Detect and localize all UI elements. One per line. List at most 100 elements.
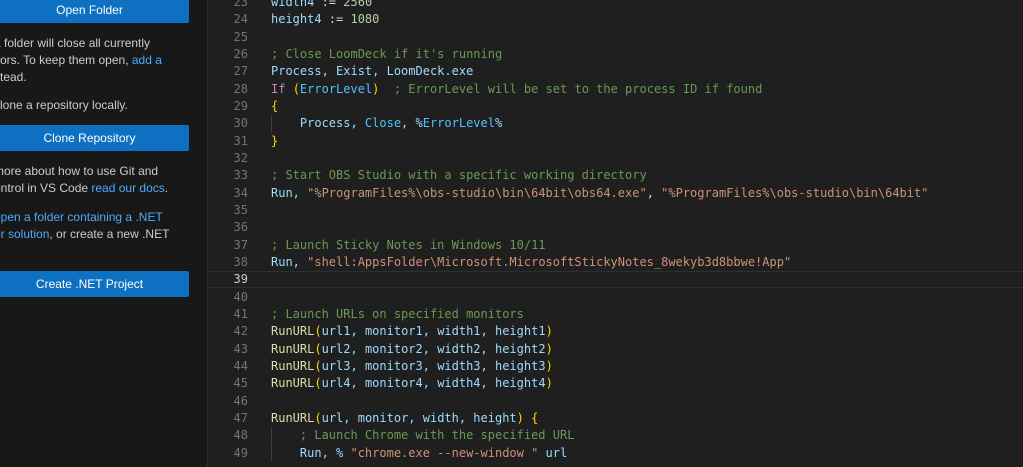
code-line[interactable]: 46	[208, 393, 1023, 410]
code-line[interactable]: 34 Run, "%ProgramFiles%\obs-studio\bin\64…	[208, 185, 1023, 202]
code-line[interactable]: 36	[208, 219, 1023, 236]
code-line[interactable]: 48 ; Launch Chrome with the specified UR…	[208, 427, 1023, 445]
close-note-text: itors. To keep them open,	[0, 53, 132, 67]
code-line[interactable]: 32	[208, 150, 1023, 167]
code-token: (	[292, 81, 300, 96]
code-text: RunURL(url3, monitor3, width3, height3)	[271, 358, 553, 375]
git-note-text: ontrol in VS Code	[0, 181, 92, 195]
explorer-sidebar: Open Folder a folder will close all curr…	[0, 0, 208, 467]
code-text: RunURL(url4, monitor4, width4, height4)	[271, 375, 553, 392]
code-token: Close	[364, 116, 402, 131]
line-number: 42	[233, 324, 248, 339]
line-number: 35	[233, 202, 248, 217]
code-text: Process, Exist, LoomDeck.exe	[271, 63, 473, 80]
code-text: ; Close LoomDeck if it's running	[271, 46, 502, 63]
code-line[interactable]: 40	[208, 289, 1023, 306]
code-token: "chrome.exe --new-window "	[350, 445, 539, 460]
line-number: 38	[233, 254, 248, 269]
code-token: (	[314, 410, 322, 425]
code-text: width4 := 2560	[271, 0, 372, 11]
code-token: , %	[401, 116, 423, 131]
code-text: Run, % "chrome.exe --new-window " url	[271, 445, 567, 462]
code-line[interactable]: 49 Run, % "chrome.exe --new-window " url	[208, 444, 1023, 462]
line-number: 25	[233, 29, 248, 44]
code-line[interactable]: 29 {	[208, 98, 1023, 115]
code-token: RunURL	[271, 341, 315, 356]
code-line[interactable]: 27 Process, Exist, LoomDeck.exe	[208, 63, 1023, 80]
code-text: }	[271, 133, 278, 150]
line-number: 37	[233, 237, 248, 252]
docs-link[interactable]: read our docs	[91, 181, 164, 195]
code-token: "shell:AppsFolder\Microsoft.MicrosoftSti…	[307, 254, 792, 269]
code-token: Run, %	[271, 445, 351, 460]
code-token: 1080	[350, 12, 380, 27]
code-line[interactable]: 37 ; Launch Sticky Notes in Windows 10/11	[208, 237, 1023, 254]
code-token: url3, monitor3, width3, height3	[321, 358, 546, 373]
code-token: RunURL	[271, 358, 315, 373]
code-token: url1, monitor1, width1, height1	[321, 324, 546, 339]
line-number: 34	[233, 185, 248, 200]
code-line[interactable]: 35	[208, 202, 1023, 219]
code-line[interactable]: 23 width4 := 2560	[208, 0, 1023, 11]
code-text: RunURL(url2, monitor2, width2, height2)	[271, 341, 553, 358]
code-line[interactable]: 42 RunURL(url1, monitor1, width1, height1…	[208, 323, 1023, 340]
code-token: (	[314, 341, 322, 356]
code-line[interactable]: 24 height4 := 1080	[208, 11, 1023, 28]
code-text: RunURL(url, monitor, width, height) {	[271, 410, 538, 427]
code-token: :=	[314, 0, 344, 9]
code-token: ; Launch Sticky Notes in Windows 10/11	[271, 237, 546, 252]
line-number: 33	[233, 168, 248, 183]
line-number: 26	[233, 46, 248, 61]
code-line[interactable]: 39	[208, 271, 1023, 289]
code-line[interactable]: 47 RunURL(url, monitor, width, height) {	[208, 410, 1023, 427]
code-line[interactable]: 38 Run, "shell:AppsFolder\Microsoft.Micro…	[208, 254, 1023, 271]
code-text: Run, "%ProgramFiles%\obs-studio\bin\64bi…	[271, 185, 928, 202]
code-text: ; Launch Sticky Notes in Windows 10/11	[271, 237, 546, 254]
code-token: ; ErrorLevel will be set to the process …	[379, 81, 763, 96]
clone-repository-button[interactable]: Clone Repository	[0, 125, 189, 151]
code-token: (	[314, 324, 322, 339]
code-token: )	[545, 341, 553, 356]
code-token: )	[516, 410, 524, 425]
code-text: height4 := 1080	[271, 11, 379, 28]
code-token: url	[538, 445, 568, 460]
code-token: ; Start OBS Studio with a specific worki…	[271, 168, 647, 183]
git-note: more about how to use Git and ontrol in …	[0, 163, 194, 197]
code-token: url2, monitor2, width2, height2	[321, 341, 546, 356]
code-line[interactable]: 25	[208, 29, 1023, 46]
code-editor[interactable]: 23 width4 := 2560 24 height4 := 1080 25 26 ; C…	[208, 0, 1023, 467]
open-folder-button[interactable]: Open Folder	[0, 0, 189, 23]
code-line[interactable]: 43 RunURL(url2, monitor2, width2, height2…	[208, 341, 1023, 358]
add-folder-link[interactable]: add a	[132, 53, 162, 67]
code-text: ; Launch URLs on specified monitors	[271, 306, 524, 323]
clone-note: clone a repository locally.	[0, 98, 128, 112]
code-line[interactable]: 30 Process, Close, %ErrorLevel%	[208, 115, 1023, 133]
line-number: 28	[233, 81, 248, 96]
code-token: height4	[271, 12, 322, 27]
dotnet-note-line-2: or solution, or create a new .NET	[0, 226, 194, 243]
line-number: 49	[233, 445, 248, 460]
code-token: Run,	[271, 254, 308, 269]
close-note-line-2: itors. To keep them open, add a	[0, 52, 194, 69]
line-number: 29	[233, 98, 248, 113]
docs-suffix: .	[164, 181, 169, 195]
close-note-line-3: stead.	[0, 70, 27, 84]
code-line[interactable]: 44 RunURL(url3, monitor3, width3, height3…	[208, 358, 1023, 375]
code-token: Run,	[271, 185, 308, 200]
code-line[interactable]: 45 RunURL(url4, monitor4, width4, height4…	[208, 375, 1023, 392]
open-dotnet-folder-link[interactable]: open a folder containing a .NET	[0, 210, 163, 224]
code-line[interactable]: 31}	[208, 133, 1023, 150]
code-line[interactable]: 33 ; Start OBS Studio with a specific wor…	[208, 167, 1023, 184]
code-line[interactable]: 28 If (ErrorLevel) ; ErrorLevel will be s…	[208, 81, 1023, 98]
code-text: Process, Close, %ErrorLevel%	[271, 115, 502, 132]
code-text: RunURL(url1, monitor1, width1, height1)	[271, 323, 553, 340]
open-dotnet-solution-link[interactable]: or solution	[0, 227, 49, 241]
code-line[interactable]: 26 ; Close LoomDeck if it's running	[208, 46, 1023, 63]
code-token: url4, monitor4, width4, height4	[321, 376, 546, 391]
close-folder-note: a folder will close all currently itors.…	[0, 35, 194, 86]
code-token: Process,	[271, 116, 365, 131]
code-token: {	[531, 410, 539, 425]
create-dotnet-project-button[interactable]: Create .NET Project	[0, 271, 189, 297]
code-text: {	[271, 98, 278, 115]
code-line[interactable]: 41 ; Launch URLs on specified monitors	[208, 306, 1023, 323]
